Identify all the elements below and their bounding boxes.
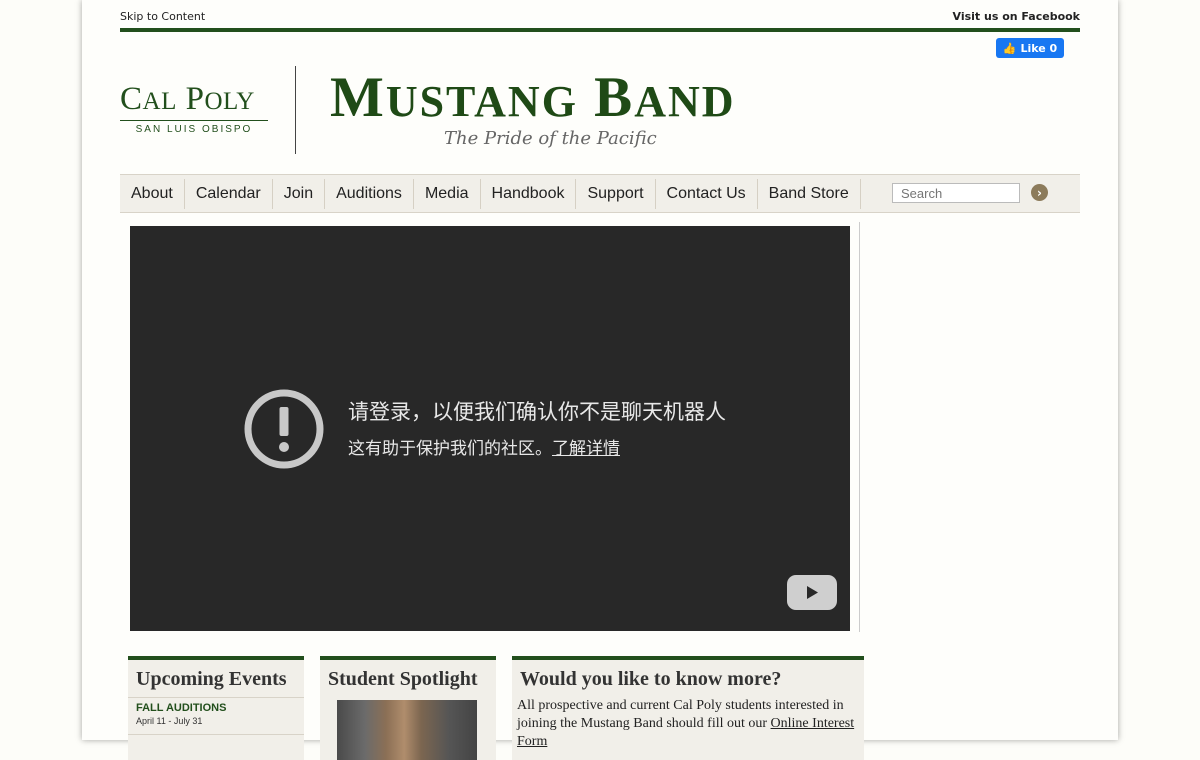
video-embed[interactable]: 请登录，以便我们确认你不是聊天机器人 这有助于保护我们的社区。了解详情 [130,226,850,631]
visit-facebook-link[interactable]: Visit us on Facebook [953,10,1081,23]
spotlight-photo[interactable] [337,700,477,760]
main-nav: About Calendar Join Auditions Media Hand… [120,174,1080,213]
know-more-panel: Would you like to know more? All prospec… [512,656,864,760]
top-bar: Skip to Content Visit us on Facebook [120,9,1080,27]
nav-item-handbook[interactable]: Handbook [481,179,577,209]
event-divider [128,734,304,735]
thumbs-up-icon: 👍 [1002,41,1017,55]
search-input[interactable] [892,183,1020,203]
video-message-body: 这有助于保护我们的社区。了解详情 [348,434,620,459]
nav-item-auditions[interactable]: Auditions [325,179,414,209]
event-date: April 11 - July 31 [136,716,203,726]
student-spotlight-panel: Student Spotlight [320,656,496,760]
logo-rule [120,120,268,121]
nav-item-band-store[interactable]: Band Store [758,179,861,209]
nav-item-calendar[interactable]: Calendar [185,179,273,209]
learn-more-link[interactable]: 了解详情 [552,439,620,459]
event-title: FALL AUDITIONS [136,702,227,714]
content-divider [859,222,860,632]
cal-poly-subtitle: SAN LUIS OBISPO [135,124,253,135]
cal-poly-logo[interactable]: CAL POLY SAN LUIS OBISPO [120,82,270,135]
nav-item-join[interactable]: Join [273,179,326,209]
nav-item-about[interactable]: About [120,179,185,209]
search-go-button[interactable]: › [1031,184,1048,201]
skip-to-content-link[interactable]: Skip to Content [120,10,205,23]
upcoming-events-panel: Upcoming Events FALL AUDITIONS April 11 … [128,656,304,760]
video-message-text: 这有助于保护我们的社区。 [348,439,552,459]
youtube-play-icon[interactable] [787,575,837,610]
nav-item-contact-us[interactable]: Contact Us [656,179,758,209]
nav-item-support[interactable]: Support [576,179,656,209]
know-more-title: Would you like to know more? [520,668,782,690]
site-title[interactable]: MUSTANG BAND [330,66,736,134]
nav-item-media[interactable]: Media [414,179,481,209]
facebook-like-label: Like 0 [1020,41,1058,55]
header-divider [120,28,1080,32]
student-spotlight-title: Student Spotlight [328,668,478,690]
cal-poly-wordmark: CAL POLY [120,81,255,117]
know-more-text: All prospective and current Cal Poly stu… [517,698,855,749]
facebook-like-button[interactable]: 👍 Like 0 [996,38,1064,58]
upcoming-events-title: Upcoming Events [136,668,287,690]
video-message-title: 请登录，以便我们确认你不是聊天机器人 [348,400,726,424]
event-item[interactable]: FALL AUDITIONS April 11 - July 31 [128,697,304,730]
alert-circle-icon [244,389,324,469]
logo-separator [295,66,296,154]
page-container: Skip to Content Visit us on Facebook 👍 L… [82,0,1118,760]
site-subtitle: The Pride of the Pacific [444,128,657,149]
